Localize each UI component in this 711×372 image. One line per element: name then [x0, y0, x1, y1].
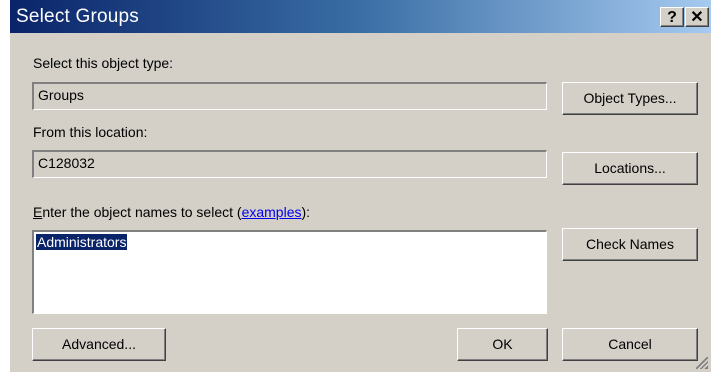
- resize-grip-icon[interactable]: [696, 357, 708, 369]
- check-names-button[interactable]: Check Names: [562, 228, 698, 261]
- object-names-value: Administrators: [36, 234, 128, 250]
- window-title: Select Groups: [16, 6, 139, 27]
- advanced-button[interactable]: Advanced...: [32, 328, 166, 361]
- object-names-label-end: ):: [301, 204, 311, 220]
- ok-button[interactable]: OK: [457, 328, 548, 361]
- location-field: C128032: [32, 150, 547, 178]
- locations-button[interactable]: Locations...: [562, 152, 698, 185]
- select-groups-dialog: Select Groups ? ✕ Select this object typ…: [10, 0, 711, 372]
- examples-link[interactable]: examples: [242, 204, 302, 220]
- object-types-button[interactable]: Object Types...: [562, 82, 698, 115]
- object-names-input[interactable]: Administrators: [32, 230, 547, 314]
- help-button[interactable]: ?: [660, 7, 684, 27]
- close-button[interactable]: ✕: [685, 7, 709, 27]
- title-bar[interactable]: Select Groups ? ✕: [10, 0, 711, 33]
- object-names-label-text: nter the object names to select (: [42, 204, 242, 220]
- location-label: From this location:: [33, 124, 148, 140]
- object-names-label-accesskey: E: [33, 204, 43, 220]
- cancel-button[interactable]: Cancel: [562, 328, 698, 361]
- object-names-label: Enter the object names to select (exampl…: [33, 204, 310, 220]
- object-type-field: Groups: [32, 82, 547, 110]
- object-type-label: Select this object type:: [33, 55, 174, 71]
